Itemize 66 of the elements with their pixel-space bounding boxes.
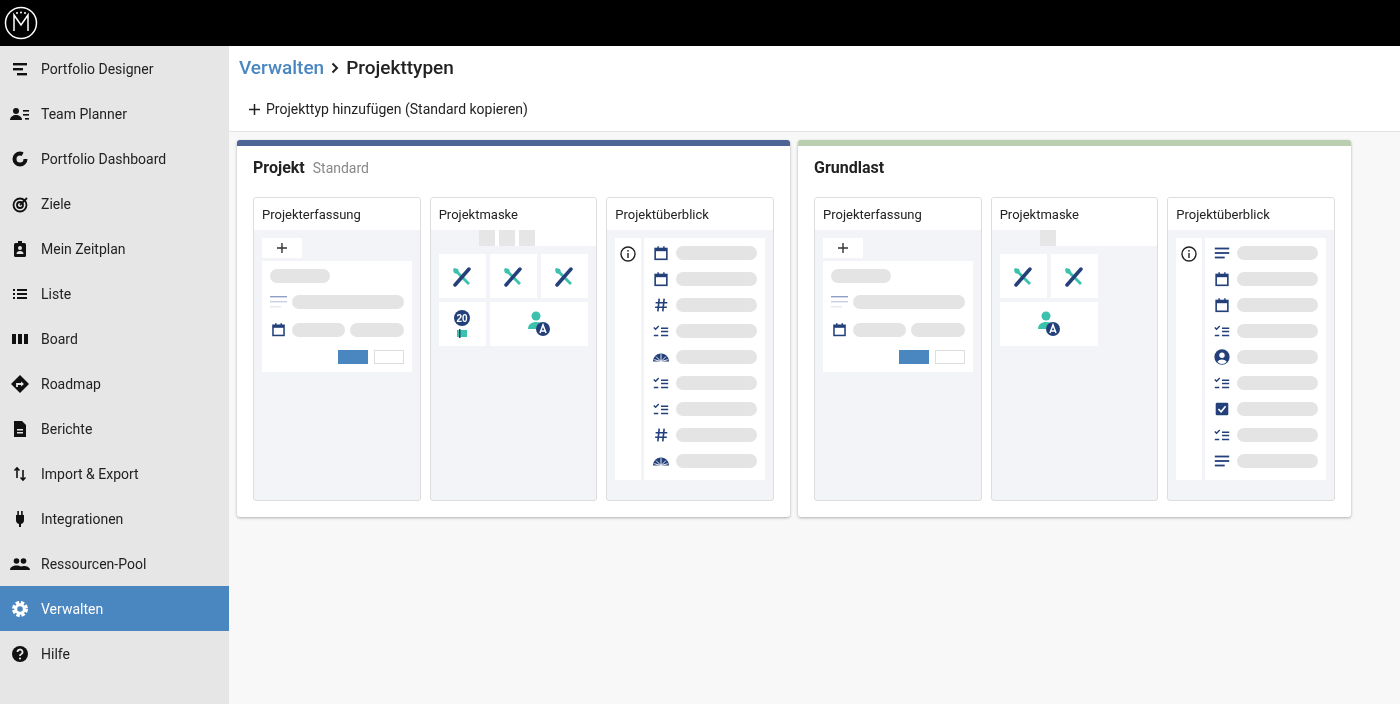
sidebar-item[interactable]: Berichte [0, 406, 229, 451]
panel-title: Projektmaske [430, 198, 597, 230]
calendar-icon [1213, 296, 1232, 314]
settings-icon [10, 598, 30, 619]
panel-title: Projekterfassung [254, 198, 420, 230]
text-lines-icon [270, 295, 287, 309]
sidebar-item[interactable]: Hilfe [0, 631, 229, 676]
button-shape [373, 350, 404, 364]
placeholder-bar [853, 322, 907, 337]
placeholder-bar [831, 269, 891, 283]
calendar-icon [831, 321, 848, 338]
sidebar-item[interactable]: Portfolio Designer [0, 46, 229, 91]
panel-title: Projektüberblick [607, 198, 773, 230]
sidebar-item[interactable]: Mein Zeitplan [0, 226, 229, 271]
sidebar-item[interactable]: Ziele [0, 181, 229, 226]
calendar-icon [652, 244, 671, 262]
user-icon [1213, 348, 1232, 366]
sidebar-item[interactable]: Import & Export [0, 451, 229, 496]
button-shape [898, 350, 929, 364]
add-project-type-button[interactable]: Projekttyp hinzufügen (Standard kopieren) [239, 99, 528, 119]
tools-icon [1063, 265, 1086, 287]
sidebar-item[interactable]: Ressourcen-Pool [0, 541, 229, 586]
calendar-icon [1213, 270, 1232, 288]
tools-icon [502, 265, 525, 287]
type-name: Grundlast [814, 158, 885, 177]
button-shape [934, 350, 965, 364]
placeholder-bar [911, 322, 965, 337]
sidebar-item[interactable]: Liste [0, 271, 229, 316]
placeholder-bar [350, 322, 404, 337]
button-shape [337, 350, 368, 364]
roadmap-icon [10, 373, 30, 394]
logo-icon [4, 6, 38, 40]
sidebar-item[interactable]: Team Planner [0, 91, 229, 136]
assignee-icon [526, 311, 551, 337]
breadcrumb-link[interactable]: Verwalten [239, 56, 325, 79]
plus-icon [249, 103, 260, 115]
chevron-icon [330, 61, 341, 74]
default-label: Standard [312, 160, 369, 176]
panel-title: Projekterfassung [815, 198, 981, 230]
help-icon [10, 643, 30, 664]
sidebar-item[interactable]: Roadmap [0, 361, 229, 406]
tools-icon [553, 265, 576, 287]
calendar-icon [652, 270, 671, 288]
tab-shape [498, 230, 515, 246]
tools-icon [451, 265, 474, 287]
placeholder-bar [292, 322, 346, 337]
tab-shape [478, 230, 495, 246]
panel-title: Projektmaske [991, 198, 1158, 230]
info-icon [620, 246, 637, 262]
tools-icon [1012, 265, 1035, 287]
assignee-icon [1036, 311, 1061, 337]
panel-title: Projektüberblick [1168, 198, 1334, 230]
page-title: Projekttypen [346, 56, 454, 79]
plus-icon [838, 243, 848, 253]
sidebar-item[interactable]: Verwalten [0, 586, 229, 631]
type-name: Projekt [253, 158, 305, 177]
calendar-icon [270, 321, 287, 338]
info-icon [1181, 246, 1198, 262]
tab-shape [1039, 230, 1056, 246]
sidebar-item[interactable]: Integrationen [0, 496, 229, 541]
text-lines-icon [831, 295, 848, 309]
plus-icon [277, 243, 287, 253]
tab-shape [518, 230, 535, 246]
placeholder-bar [270, 269, 330, 283]
sidebar-item[interactable]: Portfolio Dashboard [0, 136, 229, 181]
sidebar-item[interactable]: Board [0, 316, 229, 361]
